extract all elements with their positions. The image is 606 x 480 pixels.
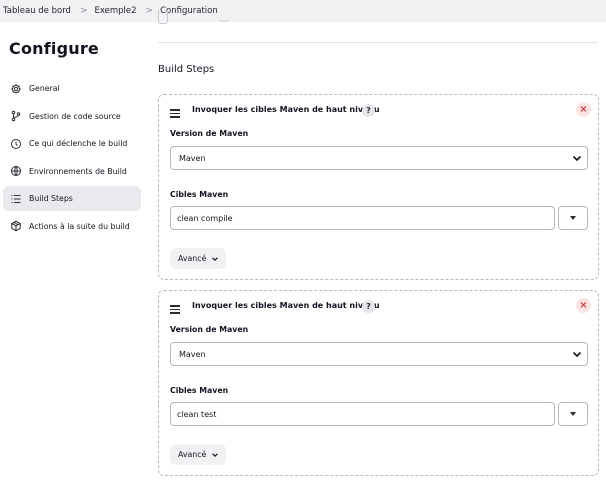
drag-handle-icon[interactable] xyxy=(170,109,180,120)
chevron-down-icon xyxy=(572,351,582,358)
section-divider xyxy=(158,42,598,43)
list-icon xyxy=(9,192,22,205)
sidebar-item-general[interactable]: General xyxy=(3,76,141,101)
section-title: Build Steps xyxy=(158,64,215,75)
advanced-label: Avancé xyxy=(178,450,207,459)
step-title: Invoquer les cibles Maven de haut niveau xyxy=(192,301,380,310)
triangle-down-icon xyxy=(570,216,576,220)
sidebar-item-triggers[interactable]: Ce qui déclenche le build xyxy=(3,131,141,156)
close-icon[interactable]: × xyxy=(576,102,591,117)
goals-expand-button[interactable] xyxy=(558,206,588,230)
breadcrumb-project[interactable]: Exemple2 xyxy=(95,6,137,16)
sidebar-item-label: Environnements de Build xyxy=(29,166,127,176)
sidebar: General Gestion de code source Ce qui dé… xyxy=(3,76,141,241)
chevron-down-icon xyxy=(212,256,219,261)
maven-version-label: Version de Maven xyxy=(170,325,249,334)
advanced-button[interactable]: Avancé xyxy=(170,248,226,269)
breadcrumb: Tableau de bord > Exemple2 > Configurati… xyxy=(0,0,606,22)
chevron-down-icon xyxy=(572,155,582,162)
chevron-right-icon: > xyxy=(79,6,88,16)
maven-goals-input[interactable]: clean compile xyxy=(170,206,555,230)
page-title: Configure xyxy=(9,39,99,58)
globe-icon xyxy=(9,165,22,178)
maven-version-select[interactable]: Maven xyxy=(170,146,588,170)
select-value: Maven xyxy=(179,349,206,359)
maven-version-label: Version de Maven xyxy=(170,129,249,138)
sidebar-item-label: Actions à la suite du build xyxy=(29,221,130,231)
gear-icon xyxy=(9,82,22,95)
breadcrumb-dashboard[interactable]: Tableau de bord xyxy=(3,6,71,16)
build-step-card: Invoquer les cibles Maven de haut niveau… xyxy=(158,290,599,476)
maven-goals-input[interactable]: clean test xyxy=(170,402,555,426)
maven-goals-label: Cibles Maven xyxy=(170,190,229,199)
chevron-right-icon: > xyxy=(145,6,154,16)
help-icon[interactable]: ? xyxy=(362,104,375,117)
goals-expand-button[interactable] xyxy=(558,402,588,426)
close-icon[interactable]: × xyxy=(576,298,591,313)
sidebar-item-label: Gestion de code source xyxy=(29,111,121,121)
chevron-down-icon xyxy=(212,452,219,457)
clock-icon xyxy=(9,137,22,150)
sidebar-item-environments[interactable]: Environnements de Build xyxy=(3,159,141,184)
advanced-label: Avancé xyxy=(178,254,207,263)
package-icon xyxy=(9,220,22,233)
advanced-button[interactable]: Avancé xyxy=(170,444,226,465)
select-value: Maven xyxy=(179,153,206,163)
sidebar-item-scm[interactable]: Gestion de code source xyxy=(3,104,141,129)
help-icon[interactable]: ? xyxy=(362,300,375,313)
sidebar-item-label: Ce qui déclenche le build xyxy=(29,139,128,148)
checkbox-remnant xyxy=(158,10,168,24)
triangle-down-icon xyxy=(570,412,576,416)
sidebar-item-label: General xyxy=(29,84,60,93)
step-title: Invoquer les cibles Maven de haut niveau xyxy=(192,105,380,114)
branch-icon xyxy=(9,110,22,123)
breadcrumb-configuration[interactable]: Configuration xyxy=(160,6,218,16)
drag-handle-icon[interactable] xyxy=(170,305,180,316)
sidebar-item-build-steps[interactable]: Build Steps xyxy=(3,186,141,211)
maven-goals-label: Cibles Maven xyxy=(170,386,229,395)
sidebar-item-post-build[interactable]: Actions à la suite du build xyxy=(3,214,141,239)
build-step-card: Invoquer les cibles Maven de haut niveau… xyxy=(158,94,599,280)
maven-version-select[interactable]: Maven xyxy=(170,342,588,366)
sidebar-item-label: Build Steps xyxy=(29,194,73,203)
